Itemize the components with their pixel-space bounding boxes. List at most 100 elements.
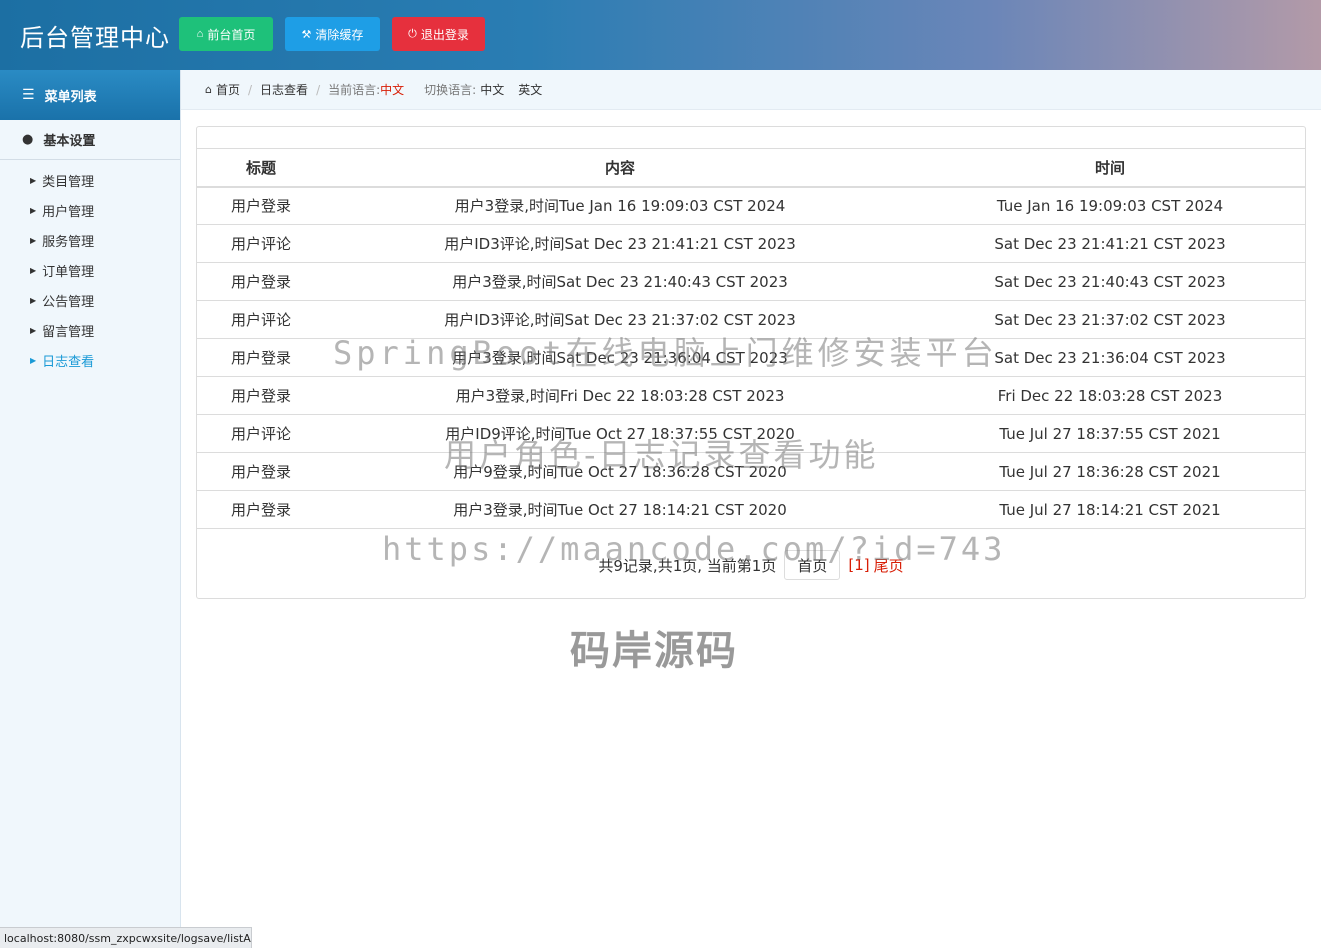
table-row: 用户登录 用户9登录,时间Tue Oct 27 18:36:28 CST 202… [197,452,1305,491]
cell-title: 用户登录 [197,338,325,377]
sidebar-item-label: 类目管理 [42,174,95,190]
watermark-brand: 码岸源码 [570,628,738,674]
nav-list: ▶ 类目管理 ▶ 用户管理 ▶ 服务管理 ▶ 订单管理 ▶ 公告管理 ▶ 留言管… [0,160,180,375]
menu-list-title: 菜单列表 [44,89,97,105]
sidebar-item-label: 日志查看 [42,354,95,370]
breadcrumb-current: 日志查看 [260,83,309,97]
home-icon: ⌂ [205,83,212,96]
log-table: 标题 内容 时间 用户登录 用户3登录,时间Tue Jan 16 19:09:0… [197,148,1305,529]
sidebar-item-label: 用户管理 [42,204,95,220]
breadcrumb-home[interactable]: 首页 [216,81,240,98]
current-page-indicator: [1] [848,556,870,574]
cell-time: Sat Dec 23 21:36:04 CST 2023 [915,338,1305,377]
front-home-label: 前台首页 [207,27,256,42]
clear-cache-button[interactable]: ⚒ 清除缓存 [285,17,380,51]
cell-content: 用户9登录,时间Tue Oct 27 18:36:28 CST 2020 [325,452,915,491]
cell-content: 用户3登录,时间Sat Dec 23 21:40:43 CST 2023 [325,262,915,301]
basic-settings-group[interactable]: ● 基本设置 [0,120,180,160]
caret-right-icon: ▶ [30,355,37,365]
lang-zh-link[interactable]: 中文 [480,81,504,98]
first-page-button[interactable]: 首页 [784,550,841,580]
cell-time: Tue Jul 27 18:36:28 CST 2021 [915,452,1305,491]
caret-right-icon: ▶ [30,235,37,245]
sidebar-item-label: 订单管理 [42,264,95,280]
power-icon: ⏻ [408,27,417,40]
sidebar-item-orders[interactable]: ▶ 订单管理 [0,255,180,285]
cell-title: 用户登录 [197,490,325,529]
cell-title: 用户评论 [197,300,325,339]
column-header-title: 标题 [197,148,325,188]
menu-list-header: ☰ 菜单列表 [0,70,180,120]
sidebar-item-label: 留言管理 [42,324,95,340]
list-icon: ☰ [22,87,35,103]
sidebar-item-logs[interactable]: ▶ 日志查看 [0,345,180,375]
switch-language-label: 切换语言: [424,83,477,97]
pagination: 共9记录,共1页, 当前第1页 首页 [1] 尾页 [197,549,1305,581]
wrench-icon: ⚒ [301,28,312,41]
cell-content: 用户3登录,时间Fri Dec 22 18:03:28 CST 2023 [325,376,915,415]
cell-time: Tue Jul 27 18:37:55 CST 2021 [915,414,1305,453]
column-header-content: 内容 [325,148,915,188]
breadcrumb-separator: / [248,82,253,97]
top-header: 后台管理中心 ⌂ 前台首页 ⚒ 清除缓存 ⏻ 退出登录 [0,0,1321,70]
cell-content: 用户ID3评论,时间Sat Dec 23 21:41:21 CST 2023 [325,224,915,263]
sidebar-item-label: 公告管理 [42,294,95,310]
cell-title: 用户登录 [197,452,325,491]
cell-content: 用户3登录,时间Sat Dec 23 21:36:04 CST 2023 [325,338,915,377]
cell-content: 用户ID3评论,时间Sat Dec 23 21:37:02 CST 2023 [325,300,915,339]
sidebar-item-messages[interactable]: ▶ 留言管理 [0,315,180,345]
table-row: 用户登录 用户3登录,时间Fri Dec 22 18:03:28 CST 202… [197,376,1305,415]
front-home-button[interactable]: ⌂ 前台首页 [179,17,273,51]
cell-time: Sat Dec 23 21:37:02 CST 2023 [915,300,1305,339]
clear-cache-label: 清除缓存 [315,27,364,42]
logout-button[interactable]: ⏻ 退出登录 [392,17,485,51]
breadcrumb-separator: / [316,82,321,97]
table-row: 用户评论 用户ID3评论,时间Sat Dec 23 21:37:02 CST 2… [197,300,1305,339]
sidebar-item-services[interactable]: ▶ 服务管理 [0,225,180,255]
basic-settings-title: 基本设置 [43,134,96,149]
pagination-info: 共9记录,共1页, 当前第1页 [598,556,777,575]
sidebar-item-category[interactable]: ▶ 类目管理 [0,165,180,195]
caret-right-icon: ▶ [30,325,37,335]
table-row: 用户评论 用户ID3评论,时间Sat Dec 23 21:41:21 CST 2… [197,224,1305,263]
sidebar-item-announcements[interactable]: ▶ 公告管理 [0,285,180,315]
cell-content: 用户3登录,时间Tue Jan 16 19:09:03 CST 2024 [325,186,915,225]
log-panel: 标题 内容 时间 用户登录 用户3登录,时间Tue Jan 16 19:09:0… [196,126,1306,599]
cell-title: 用户登录 [197,262,325,301]
table-row: 用户登录 用户3登录,时间Sat Dec 23 21:36:04 CST 202… [197,338,1305,377]
caret-right-icon: ▶ [30,175,37,185]
cell-title: 用户登录 [197,376,325,415]
caret-right-icon: ▶ [30,295,37,305]
caret-right-icon: ▶ [30,265,37,275]
current-language-label: 当前语言: [328,83,381,97]
lang-en-link[interactable]: 英文 [518,81,542,98]
cell-content: 用户ID9评论,时间Tue Oct 27 18:37:55 CST 2020 [325,414,915,453]
cell-time: Sat Dec 23 21:40:43 CST 2023 [915,262,1305,301]
cell-title: 用户登录 [197,186,325,225]
table-row: 用户评论 用户ID9评论,时间Tue Oct 27 18:37:55 CST 2… [197,414,1305,453]
cell-title: 用户评论 [197,414,325,453]
table-row: 用户登录 用户3登录,时间Tue Jan 16 19:09:03 CST 202… [197,186,1305,225]
column-header-time: 时间 [915,148,1305,188]
brand-title: 后台管理中心 [20,24,170,52]
cell-content: 用户3登录,时间Tue Oct 27 18:14:21 CST 2020 [325,490,915,529]
table-row: 用户登录 用户3登录,时间Sat Dec 23 21:40:43 CST 202… [197,262,1305,301]
breadcrumb: ⌂ 首页 / 日志查看 / 当前语言: 中文 切换语言: 中文 英文 [181,70,1321,110]
table-row: 用户登录 用户3登录,时间Tue Oct 27 18:14:21 CST 202… [197,490,1305,529]
current-language-value: 中文 [380,83,405,97]
cell-title: 用户评论 [197,224,325,263]
logout-label: 退出登录 [420,27,469,42]
sidebar-item-label: 服务管理 [42,234,95,250]
cell-time: Tue Jul 27 18:14:21 CST 2021 [915,490,1305,529]
table-header-row: 标题 内容 时间 [197,148,1305,188]
home-icon: ⌂ [196,28,204,40]
cell-time: Tue Jan 16 19:09:03 CST 2024 [915,186,1305,225]
last-page-link[interactable]: 尾页 [874,555,904,576]
sidebar-item-users[interactable]: ▶ 用户管理 [0,195,180,225]
caret-right-icon: ▶ [30,205,37,215]
cell-time: Sat Dec 23 21:41:21 CST 2023 [915,224,1305,263]
cell-time: Fri Dec 22 18:03:28 CST 2023 [915,376,1305,415]
sidebar: ☰ 菜单列表 ● 基本设置 ▶ 类目管理 ▶ 用户管理 ▶ 服务管理 ▶ 订单管… [0,70,181,948]
browser-status-bar: localhost:8080/ssm_zxpcwxsite/logsave/li… [0,927,252,948]
user-icon: ● [22,132,34,147]
